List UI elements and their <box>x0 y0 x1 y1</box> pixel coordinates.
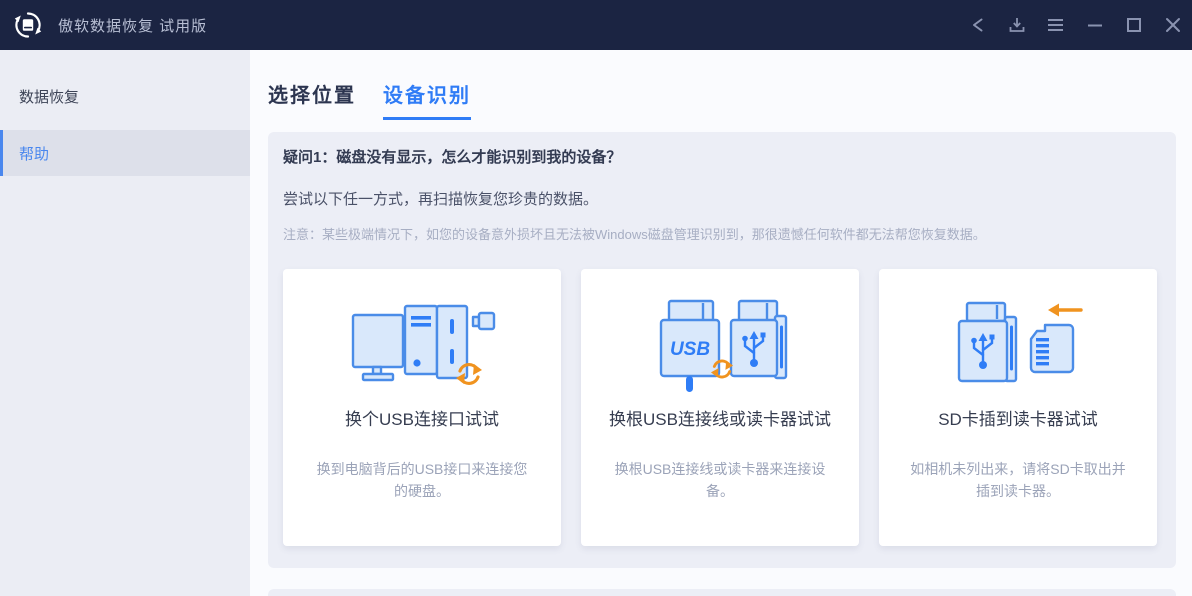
close-icon[interactable] <box>1153 0 1192 50</box>
card-description: 换根USB连接线或读卡器来连接设备。 <box>581 458 859 502</box>
sidebar-item-data-recovery[interactable]: 数据恢复 <box>0 73 250 119</box>
titlebar: 傲软数据恢复 试用版 <box>0 0 1192 50</box>
app-title: 傲软数据恢复 试用版 <box>58 15 207 36</box>
card-sd-to-reader[interactable]: SD卡插到读卡器试试 如相机未列出来，请将SD卡取出并插到读卡器。 <box>879 269 1157 546</box>
tab-bar: 选择位置 设备识别 <box>268 84 1176 120</box>
maximize-icon[interactable] <box>1114 0 1153 50</box>
next-faq-panel <box>268 589 1176 596</box>
sd-card-to-reader-icon <box>879 295 1157 400</box>
minimize-icon[interactable] <box>1075 0 1114 50</box>
insert-arrow-icon <box>1048 304 1081 317</box>
sidebar-item-label: 帮助 <box>19 143 49 164</box>
faq-panel: 疑问1：磁盘没有显示，怎么才能识别到我的设备？ 尝试以下任一方式，再扫描恢复您珍… <box>268 132 1176 568</box>
menu-icon[interactable] <box>1036 0 1075 50</box>
content-area: 选择位置 设备识别 疑问1：磁盘没有显示，怎么才能识别到我的设备？ 尝试以下任一… <box>250 50 1192 596</box>
tab-select-location[interactable]: 选择位置 <box>268 84 356 120</box>
card-description: 换到电脑背后的USB接口来连接您的硬盘。 <box>283 458 561 502</box>
sidebar-item-help[interactable]: 帮助 <box>0 130 250 176</box>
usb-cable-swap-icon: USB <box>581 295 859 400</box>
card-title: SD卡插到读卡器试试 <box>879 408 1157 432</box>
card-title: 换根USB连接线或读卡器试试 <box>581 408 859 432</box>
app-logo-icon <box>13 10 43 40</box>
computer-usb-port-icon <box>283 295 561 400</box>
window-controls <box>958 0 1192 50</box>
card-change-usb-cable[interactable]: USB <box>581 269 859 546</box>
card-change-usb-port[interactable]: 换个USB连接口试试 换到电脑背后的USB接口来连接您的硬盘。 <box>283 269 561 546</box>
faq-note: 注意：某些极端情况下，如您的设备意外损坏且无法被Windows磁盘管理识别到，那… <box>283 226 1157 243</box>
usb-label: USB <box>670 339 710 360</box>
card-description: 如相机未列出来，请将SD卡取出并插到读卡器。 <box>879 458 1157 502</box>
faq-instruction: 尝试以下任一方式，再扫描恢复您珍贵的数据。 <box>283 190 1157 210</box>
faq-question-title: 疑问1：磁盘没有显示，怎么才能识别到我的设备？ <box>283 148 1157 168</box>
tab-device-recognition[interactable]: 设备识别 <box>383 84 471 120</box>
card-title: 换个USB连接口试试 <box>283 408 561 432</box>
share-icon[interactable] <box>958 0 997 50</box>
sidebar: 数据恢复 帮助 <box>0 50 250 596</box>
main-area: 数据恢复 帮助 选择位置 设备识别 疑问1：磁盘没有显示，怎么才能识别到我的设备… <box>0 50 1192 596</box>
download-icon[interactable] <box>997 0 1036 50</box>
suggestion-cards: 换个USB连接口试试 换到电脑背后的USB接口来连接您的硬盘。 <box>283 269 1157 546</box>
sidebar-item-label: 数据恢复 <box>19 86 79 107</box>
